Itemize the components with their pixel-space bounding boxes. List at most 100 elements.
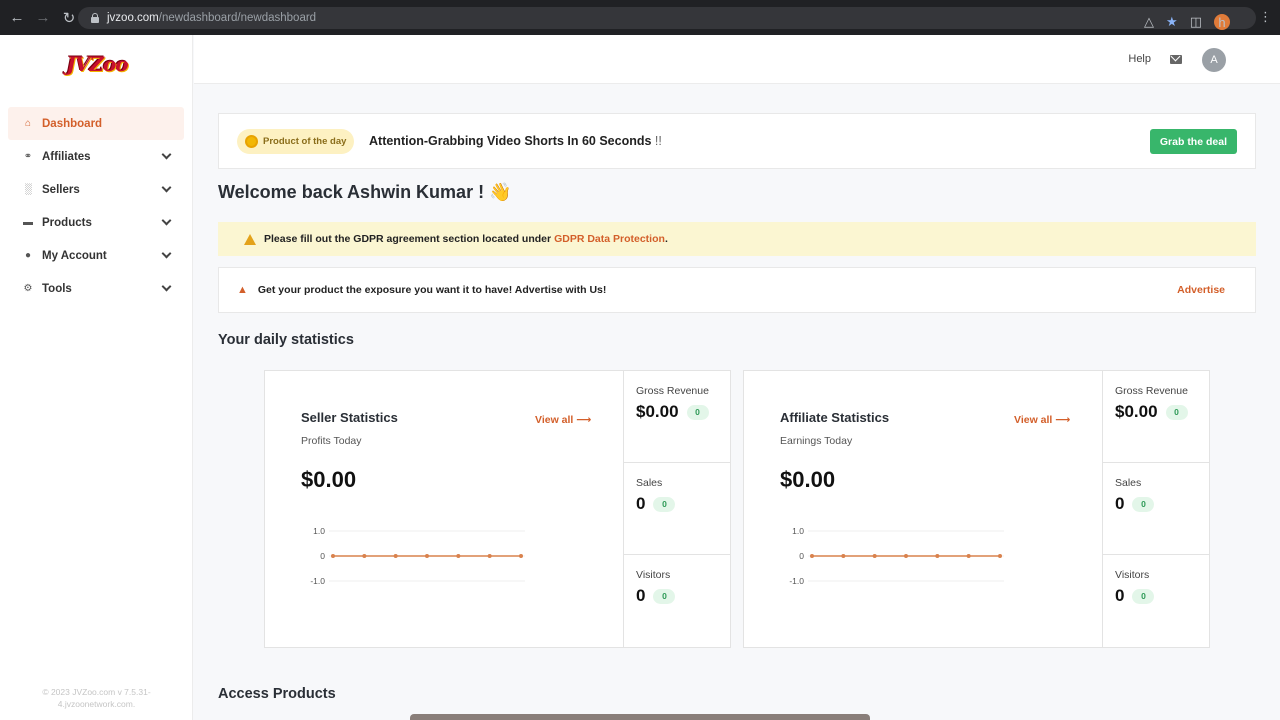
address-bar[interactable]: jvzoo.com/newdashboard/newdashboard △ ★ … <box>78 7 1256 30</box>
seller-profit-chart: 1.0 0 -1.0 <box>310 526 525 586</box>
seller-view-all-link[interactable]: View all ⟶ <box>535 414 591 426</box>
data-point <box>487 554 492 558</box>
chevron-down-icon <box>161 248 172 259</box>
bar-chart-icon: ░ <box>24 184 32 195</box>
sidebar-item-sellers[interactable]: ░ Sellers <box>8 173 184 206</box>
back-icon[interactable]: ← <box>6 7 28 29</box>
sidebar-item-label: Products <box>42 216 92 229</box>
change-badge: 0 <box>653 496 676 512</box>
sidebar-item-tools[interactable]: ⚙ Tools <box>8 272 184 305</box>
warning-icon <box>244 233 256 245</box>
bookmark-star-icon[interactable]: ★ <box>1166 14 1178 30</box>
product-of-the-day-banner: Product of the day Attention-Grabbing Vi… <box>218 113 1256 169</box>
y-tick-label: -1.0 <box>310 576 325 586</box>
jvzoo-logo[interactable]: JVZoo <box>64 49 130 79</box>
forward-icon[interactable]: → <box>32 7 54 29</box>
change-badge: 0 <box>653 588 676 604</box>
top-header: Help A <box>194 35 1280 84</box>
seller-statistics-panel: Seller Statistics Profits Today View all… <box>264 370 731 648</box>
sidebar-item-label: Tools <box>42 282 72 295</box>
data-point <box>810 554 814 558</box>
y-tick-label: 1.0 <box>792 526 804 536</box>
data-point <box>841 554 846 558</box>
taskbar-shadow <box>410 714 870 720</box>
seller-profit-amount: $0.00 <box>301 467 357 492</box>
sidebar-item-products[interactable]: ▬ Products <box>8 206 184 239</box>
url-host: jvzoo.com <box>107 12 159 24</box>
sidebar-footer: © 2023 JVZoo.com v 7.5.31-4.jvzoonetwork… <box>42 687 151 709</box>
chevron-down-icon <box>161 281 172 292</box>
affiliate-view-all-link[interactable]: View all ⟶ <box>1014 414 1070 426</box>
gear-icon: ⚙ <box>23 283 33 294</box>
affiliate-statistics-panel: Affiliate Statistics Earnings Today View… <box>743 370 1210 648</box>
sidebar-item-dashboard[interactable]: ⌂ Dashboard <box>8 107 184 140</box>
seller-visitors: Visitors 00 <box>624 555 730 647</box>
data-point <box>362 554 367 558</box>
sidebar-item-label: Dashboard <box>42 117 103 130</box>
sidepanel-icon[interactable]: ◫ <box>1190 14 1202 30</box>
data-point <box>393 554 398 558</box>
y-tick-label: 1.0 <box>313 526 325 536</box>
home-icon: ⌂ <box>24 118 32 129</box>
lock-icon <box>90 13 100 23</box>
waving-hand-icon: 👋 <box>489 182 512 202</box>
sidebar-item-label: Sellers <box>42 183 80 196</box>
kebab-menu-icon[interactable]: ⋮ <box>1259 10 1272 23</box>
change-badge: 0 <box>1132 496 1155 512</box>
data-point <box>425 554 429 558</box>
access-products-heading: Access Products <box>218 686 336 702</box>
gdpr-alert: Please fill out the GDPR agreement secti… <box>218 222 1256 256</box>
advertise-link[interactable]: Advertise <box>1177 284 1225 296</box>
affiliate-statistics-subtitle: Earnings Today <box>780 435 853 447</box>
data-point <box>872 554 877 558</box>
chevron-down-icon <box>161 182 172 193</box>
advertise-banner: ▲ Get your product the exposure you want… <box>218 267 1256 313</box>
help-link[interactable]: Help <box>1128 53 1151 65</box>
product-of-the-day-badge: Product of the day <box>237 129 355 154</box>
daily-statistics-heading: Your daily statistics <box>218 332 354 348</box>
sidebar-item-label: My Account <box>42 249 107 262</box>
affiliate-earnings-amount: $0.00 <box>780 467 836 492</box>
user-icon: ● <box>24 250 32 261</box>
seller-statistics-title: Seller Statistics <box>301 410 398 425</box>
affiliate-earnings-chart: 1.0 0 -1.0 <box>789 526 1004 586</box>
user-avatar[interactable]: A <box>1202 48 1226 72</box>
data-point <box>998 554 1002 558</box>
change-badge: 0 <box>686 404 709 420</box>
reload-icon[interactable]: ↻ <box>58 7 80 29</box>
sidebar-item-label: Affiliates <box>42 150 91 163</box>
change-badge: 0 <box>1165 404 1188 420</box>
gdpr-data-protection-link[interactable]: GDPR Data Protection <box>554 233 665 245</box>
sidebar-menu: ⌂ Dashboard ⚭ Affiliates ░ Sellers ▬ Pro… <box>8 107 184 305</box>
y-tick-label: -1.0 <box>789 576 804 586</box>
seller-sales: Sales 00 <box>624 463 730 555</box>
chevron-down-icon <box>161 215 172 226</box>
data-point <box>904 554 908 558</box>
seller-statistics-subtitle: Profits Today <box>301 435 362 447</box>
share-icon[interactable]: △ <box>1144 14 1154 30</box>
sidebar-item-affiliates[interactable]: ⚭ Affiliates <box>8 140 184 173</box>
seller-gross-revenue: Gross Revenue $0.00 0 <box>624 371 730 463</box>
medal-icon <box>245 135 258 148</box>
data-point <box>331 554 335 558</box>
affiliate-gross-revenue: Gross Revenue $0.00 0 <box>1103 371 1209 463</box>
data-point <box>966 554 971 558</box>
link-icon: ⚭ <box>23 151 33 162</box>
product-title[interactable]: Attention-Grabbing Video Shorts In 60 Se… <box>369 134 662 148</box>
flame-icon: ▲ <box>237 284 248 296</box>
welcome-heading: Welcome back Ashwin Kumar ! 👋 <box>218 182 512 202</box>
affiliate-statistics-title: Affiliate Statistics <box>780 410 890 425</box>
sidebar-item-my-account[interactable]: ● My Account <box>8 239 184 272</box>
data-point <box>456 554 461 558</box>
affiliate-sales: Sales 00 <box>1103 463 1209 555</box>
grab-the-deal-button[interactable]: Grab the deal <box>1149 129 1237 154</box>
mail-icon[interactable] <box>1170 55 1182 64</box>
sidebar: JVZoo ⌂ Dashboard ⚭ Affiliates ░ Sellers… <box>0 35 193 720</box>
change-badge: 0 <box>1132 588 1155 604</box>
data-point <box>935 554 940 558</box>
url-path: /newdashboard/newdashboard <box>158 12 317 24</box>
browser-chrome: ← → ↻ jvzoo.com/newdashboard/newdashboar… <box>0 0 1280 35</box>
profile-avatar[interactable]: h <box>1214 14 1230 30</box>
y-tick-label: 0 <box>799 551 804 561</box>
chevron-down-icon <box>161 149 172 160</box>
